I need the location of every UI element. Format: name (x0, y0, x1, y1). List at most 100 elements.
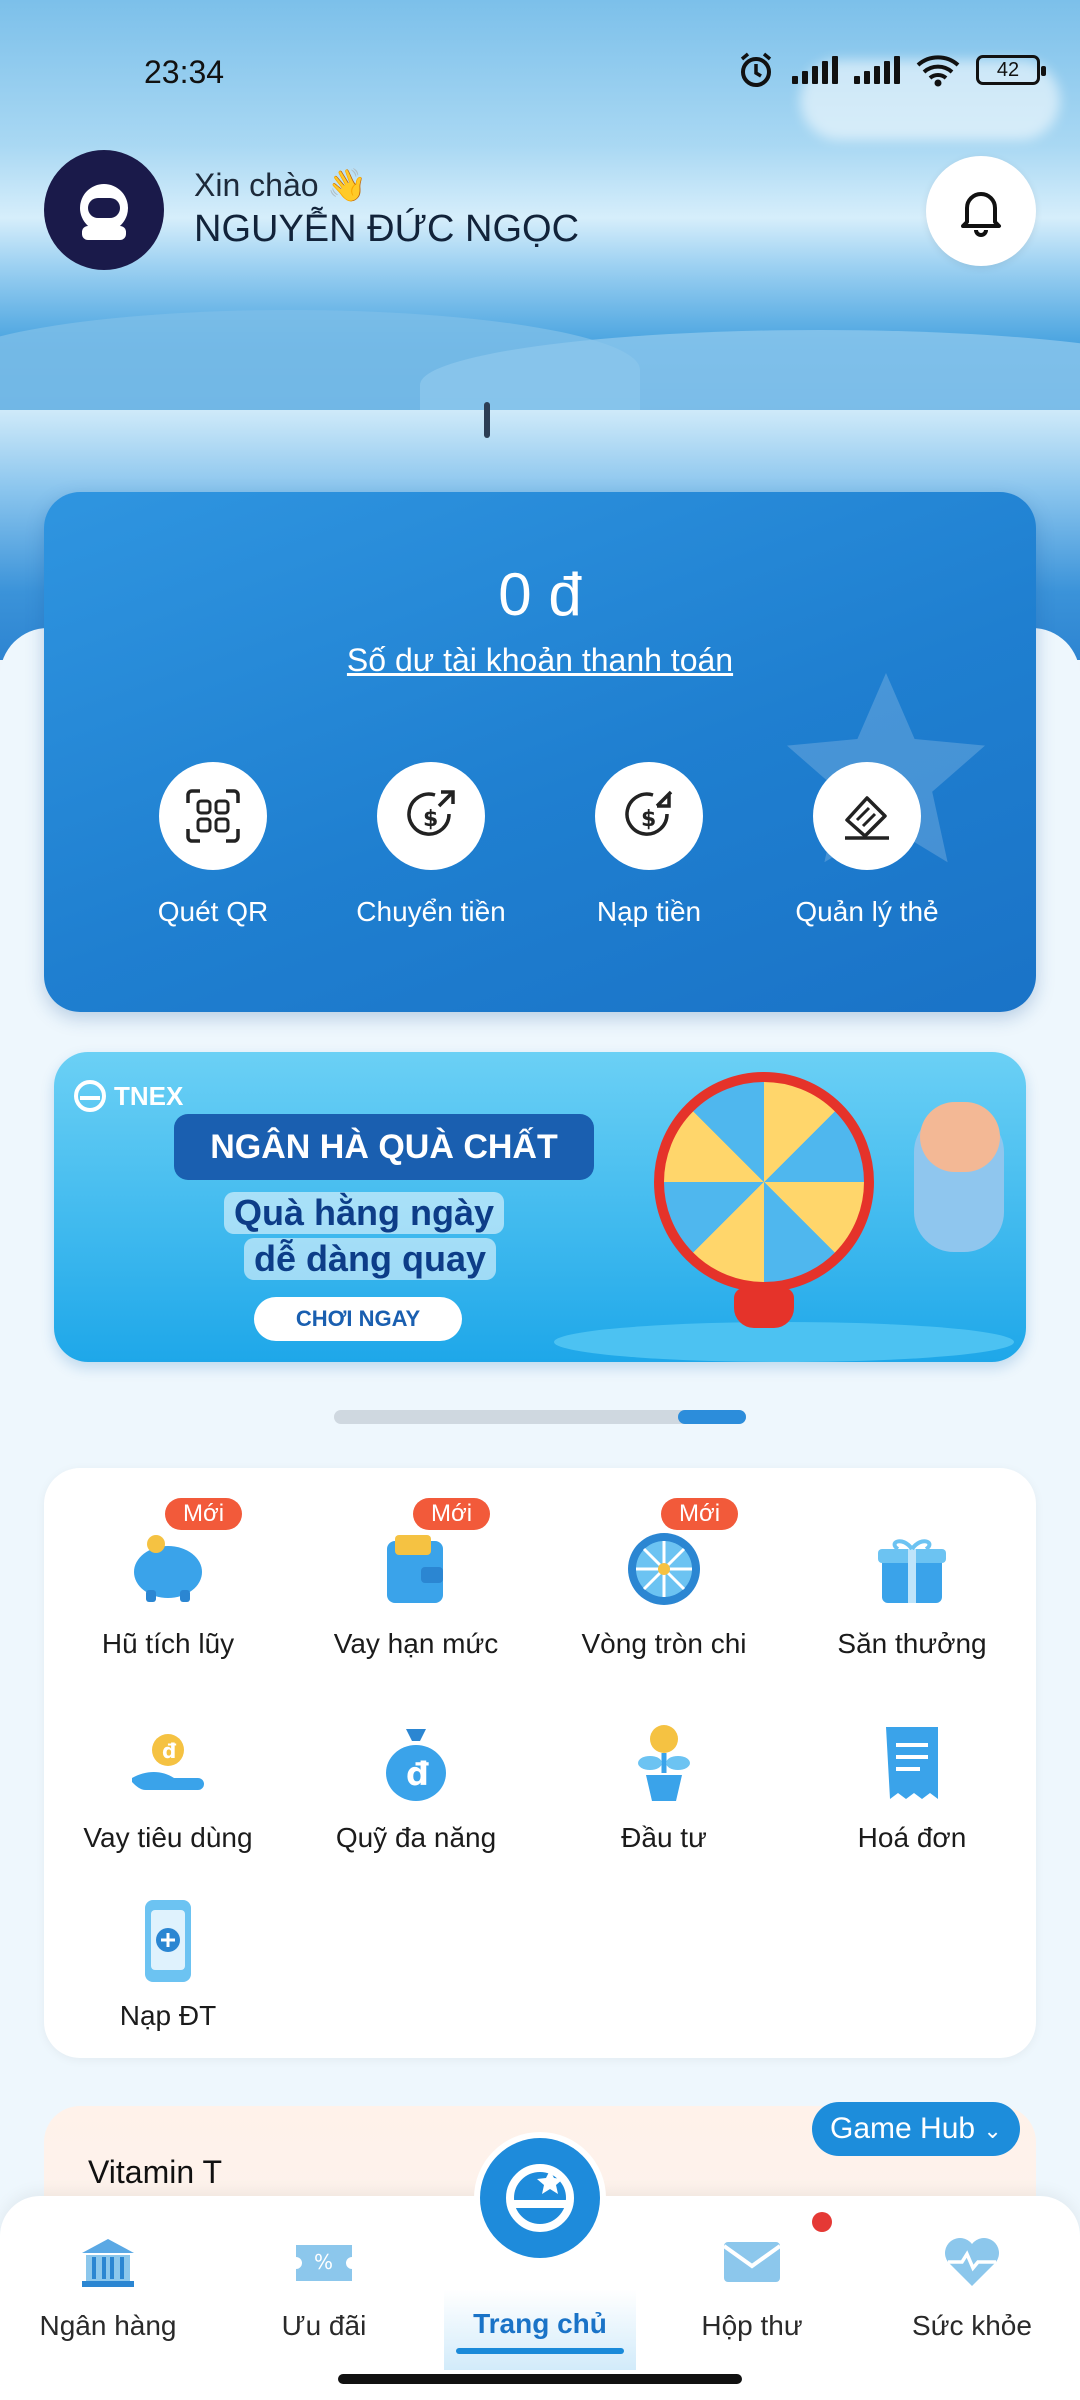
transfer-icon: $ (407, 790, 455, 836)
deposit-icon: $ (625, 790, 673, 836)
phone-topup-icon (145, 1900, 191, 1982)
banner-title: NGÂN HÀ QUÀ CHẤT (174, 1114, 594, 1180)
greeting-text: Xin chào 👋 (194, 167, 368, 203)
voucher-icon: % (296, 2245, 352, 2281)
action-circle: $ (595, 762, 703, 870)
balance-label[interactable]: Số dư tài khoản thanh toán (44, 642, 1036, 679)
card-icon (845, 796, 889, 840)
game-hub-label: Game Hub (830, 2112, 976, 2145)
service-multi-fund[interactable]: đ Quỹ đa năng (292, 1718, 540, 1854)
service-spending-circle[interactable]: Mới Vòng tròn chi (540, 1498, 788, 1660)
quick-actions: Quét QR $ Chuyển tiền $ Nạp tiền Quản lý… (44, 762, 1036, 928)
gift-icon (878, 1539, 946, 1603)
nav-label: Hộp thư (701, 2310, 803, 2341)
action-card-manage[interactable]: Quản lý thẻ (777, 762, 957, 928)
nav-inbox[interactable]: Hộp thư (652, 2232, 852, 2342)
service-icon-wrap (123, 1896, 213, 1986)
banner-brand: TNEX (74, 1080, 183, 1112)
action-circle (159, 762, 267, 870)
service-savings-jar[interactable]: Mới Hũ tích lũy (44, 1498, 292, 1660)
service-icon-wrap: đ (371, 1718, 461, 1808)
service-label: Vay tiêu dùng (83, 1822, 253, 1853)
spin-wheel-illustration (654, 1072, 874, 1292)
service-reward-hunt[interactable]: Săn thưởng (788, 1524, 1036, 1660)
nav-label: Sức khỏe (912, 2310, 1032, 2341)
signal-icon (854, 56, 900, 84)
alarm-icon (740, 52, 772, 87)
signal-icon (792, 56, 838, 84)
action-deposit[interactable]: $ Nạp tiền (559, 762, 739, 928)
bell-icon (961, 192, 1001, 237)
service-icon-wrap (867, 1718, 957, 1808)
user-name: NGUYỄN ĐỨC NGỌC (194, 208, 580, 250)
bill-icon (886, 1727, 938, 1799)
service-icon-wrap: Mới (371, 1498, 491, 1614)
system-home-indicator[interactable] (338, 2374, 742, 2384)
service-label: Nạp ĐT (119, 2000, 217, 2031)
mascot-illustration (914, 1102, 1004, 1252)
status-icons: 42 (736, 50, 1046, 90)
avatar[interactable] (44, 150, 164, 270)
service-invest[interactable]: Đầu tư (540, 1718, 788, 1854)
action-label: Nạp tiền (596, 896, 702, 927)
service-label: Vòng tròn chi (581, 1628, 747, 1659)
nav-health[interactable]: Sức khỏe (872, 2232, 1072, 2342)
service-credit-line[interactable]: Mới Vay hạn mức (292, 1498, 540, 1660)
balance-amount: 0 đ (498, 561, 582, 628)
nav-label: Ngân hàng (39, 2310, 177, 2341)
action-circle: $ (377, 762, 485, 870)
action-scan-qr[interactable]: Quét QR (123, 762, 303, 928)
health-heart-icon (945, 2238, 999, 2286)
service-label: Đầu tư (621, 1822, 707, 1853)
mail-icon (722, 2242, 782, 2282)
service-label: Vay hạn mức (333, 1628, 499, 1659)
svg-text:$: $ (641, 807, 656, 832)
game-hub-button[interactable]: Game Hub ⌄ (812, 2102, 1020, 2156)
action-label: Quản lý thẻ (795, 896, 939, 927)
platform-decoration (554, 1322, 1014, 1362)
banner-brand-text: TNEX (114, 1080, 184, 1111)
promo-banner[interactable]: TNEX NGÂN HÀ QUÀ CHẤT Quà hằng ngày dễ d… (54, 1052, 1026, 1362)
service-bill[interactable]: Hoá đơn (788, 1718, 1036, 1854)
vitamin-title: Vitamin T (88, 2154, 222, 2190)
nav-home[interactable] (474, 2132, 606, 2264)
service-icon-wrap: đ (123, 1718, 213, 1808)
service-phone-topup[interactable]: Nạp ĐT (44, 1896, 292, 2032)
nav-home-circle (480, 2138, 600, 2258)
status-bar: 23:34 42 (0, 40, 1080, 100)
service-icon-wrap (867, 1524, 957, 1614)
banner-play-button[interactable]: CHƠI NGAY (254, 1297, 462, 1341)
service-icon-wrap: Mới (123, 1498, 243, 1614)
nav-icon-wrap: % (289, 2232, 359, 2292)
coin-hand-icon: đ (132, 1734, 204, 1790)
notification-button[interactable] (926, 156, 1036, 266)
nav-bank[interactable]: Ngân hàng (8, 2232, 208, 2342)
piggy-bank-icon (134, 1535, 202, 1602)
service-icon-wrap: Mới (619, 1498, 739, 1614)
service-label: Săn thưởng (837, 1628, 987, 1659)
service-consumer-loan[interactable]: đ Vay tiêu dùng (44, 1718, 292, 1854)
person-silhouette (484, 402, 490, 438)
bank-icon (82, 2239, 134, 2287)
action-label: Quét QR (157, 896, 269, 927)
money-bag-icon: đ (386, 1729, 446, 1801)
plant-coin-icon (638, 1725, 690, 1801)
action-transfer[interactable]: $ Chuyển tiền (341, 762, 521, 928)
svg-text:$: $ (423, 807, 438, 832)
battery-icon: 42 (976, 55, 1046, 85)
carousel-active-dot (678, 1410, 746, 1424)
banner-subtitle-line1: Quà hằng ngày (224, 1192, 505, 1234)
nav-icon-wrap (937, 2232, 1007, 2292)
carousel-indicator (334, 1410, 746, 1424)
service-label: Hũ tích lũy (101, 1628, 235, 1659)
nav-label: Ưu đãi (281, 2310, 367, 2341)
action-circle (813, 762, 921, 870)
nav-active-indicator (456, 2348, 624, 2354)
tnex-logo-icon (74, 1080, 106, 1112)
new-badge: Mới (661, 1498, 739, 1530)
service-label: Quỹ đa năng (335, 1822, 497, 1853)
nav-offers[interactable]: % Ưu đãi (224, 2232, 424, 2342)
nav-icon-wrap (73, 2232, 143, 2292)
new-badge: Mới (413, 1498, 491, 1530)
wifi-icon (916, 55, 960, 87)
